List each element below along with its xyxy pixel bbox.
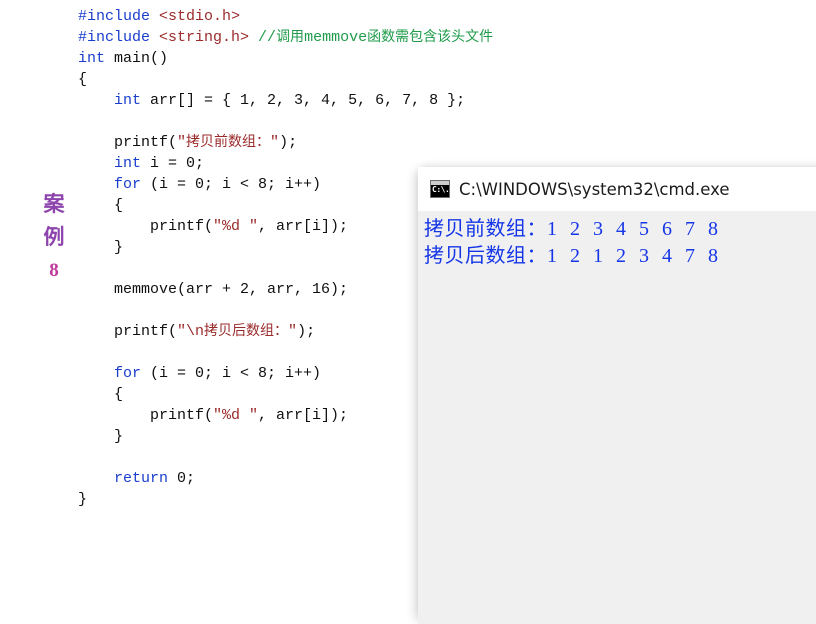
code-token-plain: , arr[i]);	[258, 218, 349, 235]
code-line: printf("拷贝前数组：");	[78, 132, 498, 153]
code-token-str: "%d "	[213, 218, 259, 235]
console-output-line: 拷贝后数组：1 2 1 2 3 4 7 8	[424, 242, 816, 269]
code-token-kw: return	[114, 470, 169, 487]
code-line: int main()	[78, 48, 498, 69]
console-output-label: 拷贝前数组：	[424, 216, 547, 240]
code-token-pre: #include	[78, 8, 160, 25]
code-token-str: "%d "	[213, 407, 259, 424]
code-token-plain: {	[78, 386, 124, 403]
code-token-kw: for	[114, 365, 142, 382]
code-token-plain: (i = 0; i < 8; i++)	[141, 365, 322, 382]
code-token-plain: i = 0;	[141, 155, 205, 172]
code-token-plain: }	[78, 491, 88, 508]
code-token-pre: #include	[78, 29, 160, 46]
code-token-plain: {	[78, 197, 124, 214]
code-token-str: "	[177, 134, 187, 151]
code-token-plain: (i = 0; i < 8; i++)	[141, 176, 322, 193]
code-token-plain: , arr[i]);	[258, 407, 349, 424]
code-token-plain: printf(	[78, 134, 178, 151]
code-line: #include <string.h> //调用memmove函数需包含该头文件	[78, 27, 498, 48]
code-token-plain: main()	[105, 50, 169, 67]
code-token-hdr: <string.h>	[159, 29, 250, 46]
margin-caption-char-2: 例	[43, 225, 65, 249]
margin-caption-char-1: 案	[43, 192, 65, 216]
code-token-kw: int	[114, 92, 142, 109]
code-token-plain: 0;	[168, 470, 196, 487]
code-token-plain: }	[78, 428, 124, 445]
code-token-str: 拷贝前数组：	[186, 134, 271, 150]
margin-caption: 案 例 8	[31, 188, 77, 287]
console-titlebar[interactable]: C:\. C:\WINDOWS\system32\cmd.exe	[418, 167, 816, 211]
code-token-cmt: //	[258, 29, 277, 46]
code-token-plain: memmove(arr + 2, arr, 16);	[78, 281, 349, 298]
code-token-cmt: memmove	[304, 29, 368, 46]
code-token-plain: }	[78, 239, 124, 256]
console-output: 拷贝前数组：1 2 3 4 5 6 7 8 拷贝后数组：1 2 1 2 3 4 7…	[418, 211, 816, 269]
code-line: #include <stdio.h>	[78, 6, 498, 27]
code-token-cmt: 调用	[276, 29, 305, 45]
code-token-kw: for	[114, 176, 142, 193]
code-token-str: "	[270, 134, 280, 151]
code-token-kw: int	[114, 155, 142, 172]
code-token-plain: );	[279, 134, 298, 151]
code-token-plain: arr[] = { 1, 2, 3, 4, 5, 6, 7, 8 };	[141, 92, 466, 109]
code-token-cmt: 函数需包含该头文件	[367, 29, 494, 45]
code-token-plain: printf(	[78, 218, 214, 235]
console-output-line: 拷贝前数组：1 2 3 4 5 6 7 8	[424, 215, 816, 242]
cmd-icon: C:\.	[430, 180, 450, 198]
code-token-hdr: <stdio.h>	[159, 8, 241, 25]
code-line: int arr[] = { 1, 2, 3, 4, 5, 6, 7, 8 };	[78, 90, 498, 111]
console-output-label: 拷贝后数组：	[424, 243, 547, 267]
console-title-text: C:\WINDOWS\system32\cmd.exe	[459, 179, 730, 199]
code-line: {	[78, 69, 498, 90]
code-token-str: "	[288, 323, 298, 340]
code-token-str: "\n	[177, 323, 205, 340]
console-window[interactable]: C:\. C:\WINDOWS\system32\cmd.exe 拷贝前数组：1…	[418, 167, 816, 624]
code-token-plain: );	[297, 323, 316, 340]
code-token-plain: printf(	[78, 407, 214, 424]
code-token-str: 拷贝后数组：	[204, 323, 289, 339]
margin-caption-number: 8	[49, 260, 59, 281]
screenshot-root: 案 例 8 #include <stdio.h> #include <string…	[0, 0, 816, 624]
console-output-values: 1 2 1 2 3 4 7 8	[547, 245, 722, 267]
code-token-plain: {	[78, 71, 88, 88]
console-output-values: 1 2 3 4 5 6 7 8	[547, 218, 722, 240]
code-token-kw: int	[78, 50, 106, 67]
code-token-plain: printf(	[78, 323, 178, 340]
cmd-icon-glyph: C:\.	[432, 185, 450, 194]
